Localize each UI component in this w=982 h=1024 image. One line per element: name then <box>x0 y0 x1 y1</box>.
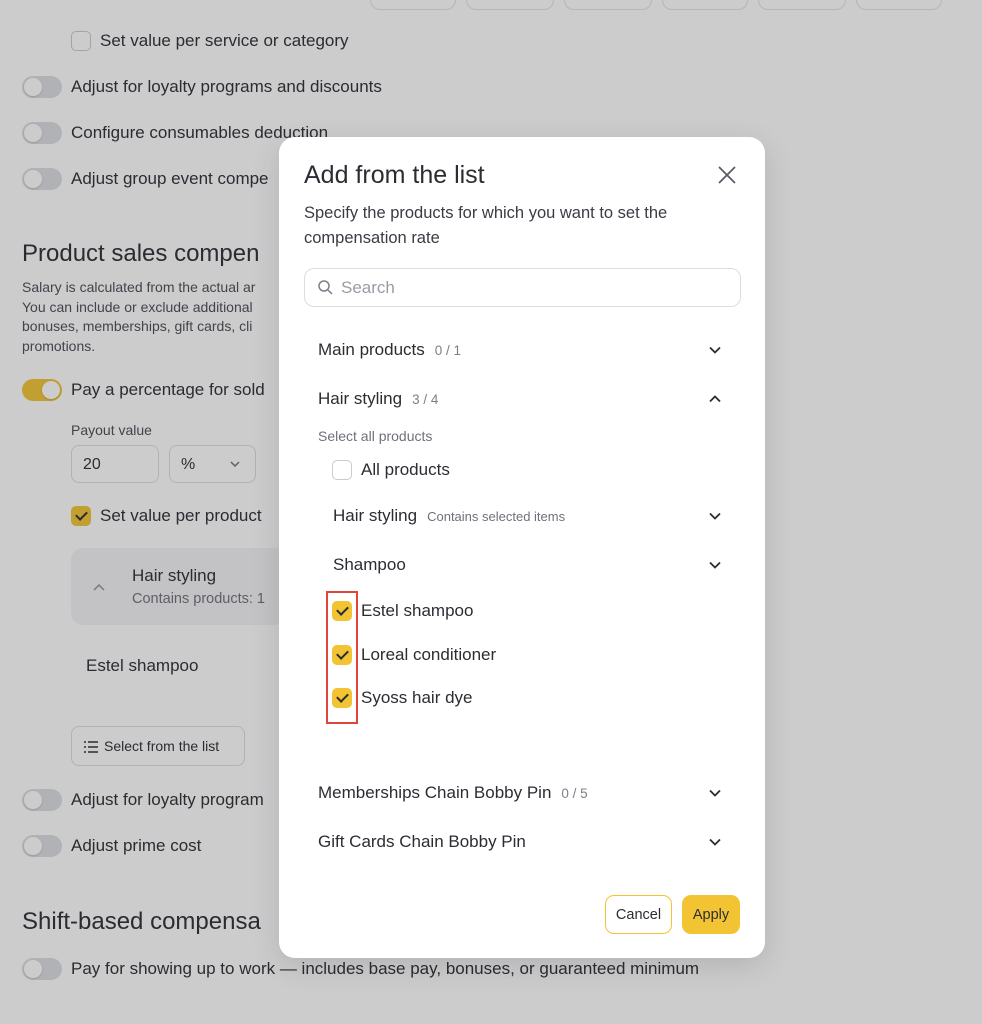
chevron-down-icon <box>709 346 721 354</box>
select-all-label: Select all products <box>318 428 433 444</box>
section-label: Memberships Chain Bobby Pin <box>318 783 552 802</box>
section-gift-cards[interactable]: Gift Cards Chain Bobby Pin <box>318 827 722 857</box>
subgroup-note: Contains selected items <box>427 508 566 524</box>
add-from-list-modal: Add from the list Specify the products f… <box>279 137 765 958</box>
subgroup-hair-styling[interactable]: Hair styling Contains selected items <box>333 501 722 531</box>
subgroup-label: Hair styling <box>333 506 418 525</box>
search-input[interactable] <box>341 269 731 306</box>
section-label: Hair styling <box>318 389 403 408</box>
apply-button[interactable]: Apply <box>682 895 740 934</box>
chevron-down-icon <box>709 512 721 520</box>
search-icon <box>318 280 333 295</box>
section-label: Gift Cards Chain Bobby Pin <box>318 832 526 851</box>
chevron-down-icon <box>709 789 721 797</box>
section-count: 3 / 4 <box>412 391 439 407</box>
product-label: Estel shampoo <box>361 601 474 620</box>
chevron-up-icon <box>709 395 721 403</box>
chevron-down-icon <box>709 561 721 569</box>
subgroup-shampoo[interactable]: Shampoo <box>333 550 722 580</box>
section-memberships[interactable]: Memberships Chain Bobby Pin 0 / 5 <box>318 778 722 808</box>
modal-title: Add from the list <box>304 161 485 189</box>
modal-description: Specify the products for which you want … <box>304 204 668 247</box>
cancel-button[interactable]: Cancel <box>605 895 672 934</box>
all-products-label: All products <box>361 460 450 479</box>
all-products-checkbox[interactable] <box>332 460 352 480</box>
product-label: Loreal conditioner <box>361 645 497 664</box>
section-label: Main products <box>318 340 425 359</box>
subgroup-label: Shampoo <box>333 555 406 574</box>
product-label: Syoss hair dye <box>361 688 473 707</box>
all-products-checkbox-row[interactable]: All products <box>332 458 450 482</box>
section-count: 0 / 5 <box>561 785 588 801</box>
section-count: 0 / 1 <box>434 342 462 358</box>
close-icon[interactable] <box>715 163 739 187</box>
chevron-down-icon <box>709 838 721 846</box>
search-box[interactable] <box>304 268 741 307</box>
section-main-products[interactable]: Main products 0 / 1 <box>318 335 722 365</box>
checkbox-highlight-box <box>326 591 358 724</box>
section-hair-styling[interactable]: Hair styling 3 / 4 <box>318 384 722 414</box>
